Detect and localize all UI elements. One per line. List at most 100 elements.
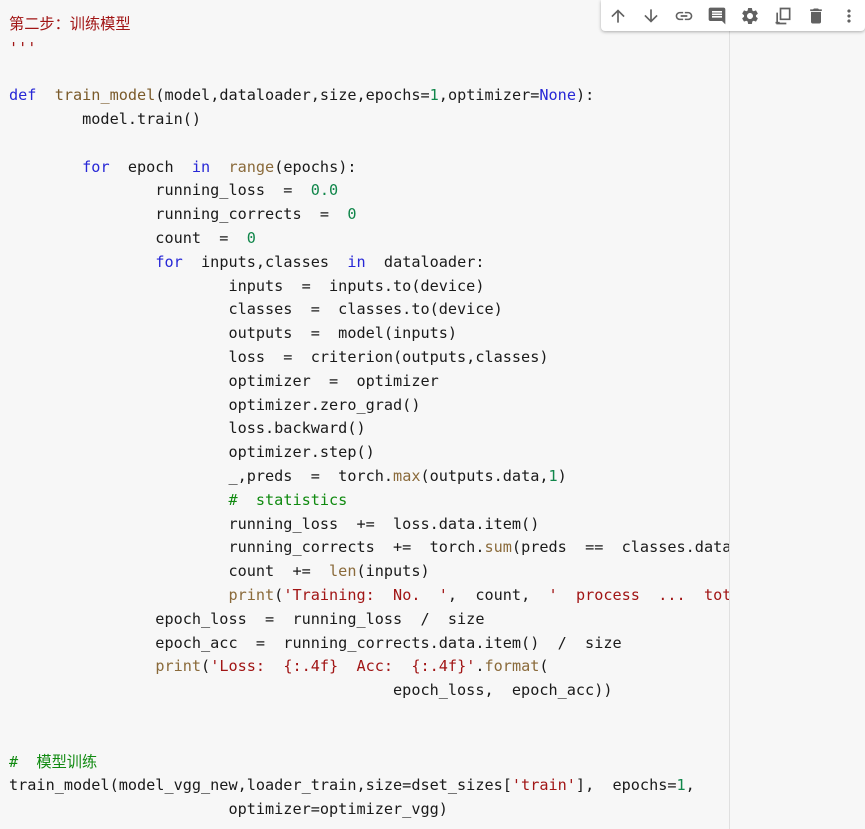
- code-token: model.train(): [9, 109, 202, 128]
- gear-icon: [741, 7, 758, 24]
- code-token: loss.backward(): [9, 419, 366, 438]
- code-token: epoch_loss, epoch_acc)): [9, 681, 613, 700]
- code-line: train_model(model_vgg_new,loader_train,s…: [9, 776, 695, 794]
- code-token: print: [228, 585, 275, 604]
- code-token: len: [329, 562, 357, 581]
- code-line: 第二步：训练模型: [9, 15, 131, 33]
- code-token: 1: [429, 86, 439, 105]
- delete-button[interactable]: [799, 0, 832, 31]
- code-token: max: [393, 466, 421, 485]
- code-token: outputs = model(inputs): [9, 324, 458, 343]
- code-line: epoch_acc = running_corrects.data.item()…: [9, 633, 622, 652]
- code-token: (epochs):: [274, 157, 357, 176]
- link-icon: [675, 11, 692, 20]
- mirror-cell-button[interactable]: [766, 0, 799, 31]
- code-line: running_corrects += torch.sum(preds == c…: [9, 538, 729, 556]
- code-token: sum: [484, 538, 512, 557]
- code-line: print('Loss: {:.4f} Acc: {:.4f}'.format(: [9, 657, 549, 676]
- code-token: train_model: [54, 86, 156, 105]
- link-button[interactable]: [667, 0, 700, 31]
- output-pane: [730, 0, 865, 829]
- code-token: dataloader:: [365, 252, 485, 271]
- more-options-button[interactable]: [832, 0, 865, 31]
- code-cell[interactable]: ''' 第二步：训练模型 ''' def train_model(model,d…: [0, 0, 729, 829]
- code-line: ''': [9, 39, 36, 57]
- code-line: optimizer = optimizer: [9, 371, 439, 390]
- code-token: (model,dataloader,size,epochs=: [155, 86, 430, 105]
- code-line: optimizer.step(): [9, 443, 374, 461]
- code-token: (inputs): [356, 562, 430, 581]
- code-token: epoch: [109, 157, 192, 176]
- code-token: # statistics: [228, 490, 348, 509]
- code-line: # statistics: [9, 491, 347, 509]
- comment-icon: [708, 7, 725, 24]
- settings-button[interactable]: [733, 0, 766, 31]
- move-down-button[interactable]: [634, 0, 667, 31]
- code-token: ): [557, 466, 567, 485]
- code-token: 'train': [511, 776, 576, 795]
- move-up-button[interactable]: [601, 0, 634, 31]
- code-token: _,preds = torch.: [9, 466, 394, 485]
- more-vert-icon: [846, 8, 851, 23]
- code-token: count +=: [9, 562, 330, 581]
- code-token: (: [274, 585, 284, 604]
- code-token: running_corrects += torch.: [9, 538, 485, 557]
- code-line: inputs = inputs.to(device): [9, 277, 484, 295]
- code-line: for inputs,classes in dataloader:: [9, 252, 485, 271]
- mirror-cell-icon: [775, 7, 790, 24]
- code-line: loss = criterion(outputs,classes): [9, 348, 548, 366]
- code-token: running_loss += loss.data.item(): [9, 514, 540, 533]
- arrow-down-icon: [643, 8, 658, 23]
- code-token: classes = classes.to(device): [9, 300, 503, 319]
- code-token: 'Training: No. ': [283, 585, 448, 604]
- code-token: range: [228, 157, 275, 176]
- code-token: # 模型训练: [9, 752, 98, 771]
- cell-toolbar: [601, 0, 865, 31]
- code-token: None: [539, 86, 576, 105]
- code-token: optimizer = optimizer: [9, 371, 439, 390]
- code-token: inputs,classes: [182, 252, 348, 271]
- code-token: (: [201, 657, 211, 676]
- arrow-up-icon: [610, 8, 625, 23]
- code-token: inputs = inputs.to(device): [9, 276, 485, 295]
- code-token: count =: [9, 228, 247, 247]
- code-line: epoch_loss, epoch_acc)): [9, 681, 612, 699]
- code-line: outputs = model(inputs): [9, 324, 457, 342]
- code-token: ], epochs=: [575, 776, 677, 795]
- code-line: classes = classes.to(device): [9, 300, 503, 319]
- code-token: , count,: [447, 585, 549, 604]
- code-line: ''': [9, 0, 36, 9]
- comment-button[interactable]: [700, 0, 733, 31]
- code-editor[interactable]: ''' 第二步：训练模型 ''' def train_model(model,d…: [9, 0, 729, 822]
- code-line: # 模型训练: [9, 753, 97, 771]
- code-line: optimizer.zero_grad(): [9, 396, 420, 414]
- code-line: running_corrects = 0: [9, 205, 356, 223]
- code-token: epoch_acc = running_corrects.data.item()…: [9, 633, 622, 652]
- code-line: running_loss += loss.data.item(): [9, 515, 539, 533]
- code-token: optimizer=optimizer_vgg): [9, 800, 448, 819]
- code-token: train_model(model_vgg_new,loader_train,s…: [9, 776, 512, 795]
- code-token: 0.0: [310, 181, 339, 200]
- code-token: 1: [548, 466, 558, 485]
- code-token: print: [155, 657, 202, 676]
- code-line: count += len(inputs): [9, 562, 430, 581]
- code-token: 1: [676, 776, 686, 795]
- code-line: for epoch in range(epochs):: [9, 157, 357, 176]
- code-line: model.train(): [9, 110, 201, 128]
- code-line: print('Training: No. ', count, ' process…: [9, 586, 729, 604]
- code-token: ,optimizer=: [438, 86, 540, 105]
- code-token: (: [539, 657, 549, 676]
- delete-icon: [809, 8, 822, 23]
- code-token: ''': [9, 38, 37, 57]
- code-token: optimizer.zero_grad(): [9, 395, 421, 414]
- code-token: in: [347, 252, 366, 271]
- code-token: ''': [9, 0, 37, 9]
- code-token: 'Loss: {:.4f} Acc: {:.4f}': [210, 657, 476, 676]
- code-token: format: [484, 657, 540, 676]
- code-token: .: [475, 657, 485, 676]
